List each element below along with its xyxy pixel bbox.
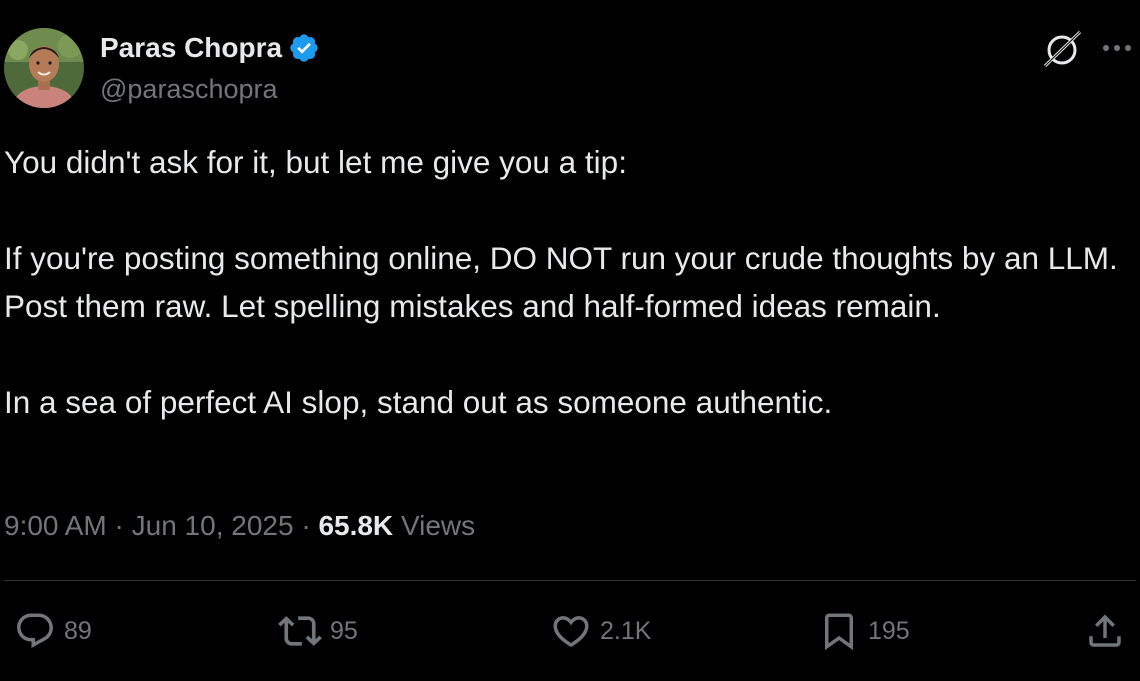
tweet: Paras Chopra @paraschopra You didn't ask…	[0, 0, 1140, 681]
reply-count: 89	[64, 616, 92, 645]
views-label: Views	[400, 510, 476, 541]
author-name[interactable]: Paras Chopra	[100, 30, 320, 66]
bookmark-button[interactable]: 195	[818, 610, 910, 652]
share-button[interactable]	[1084, 610, 1126, 652]
tweet-meta: 9:00 AM · Jun 10, 2025 · 65.8K Views	[4, 506, 475, 546]
author-handle[interactable]: @paraschopra	[100, 72, 278, 106]
retweet-count: 95	[330, 616, 358, 645]
author-display-name[interactable]: Paras Chopra	[100, 30, 282, 66]
reply-icon	[17, 613, 53, 648]
avatar-image	[4, 28, 84, 108]
like-count: 2.1K	[600, 616, 652, 645]
share-icon	[1089, 614, 1121, 647]
tweet-paragraph: You didn't ask for it, but let me give y…	[4, 144, 627, 180]
tweet-paragraph: In a sea of perfect AI slop, stand out a…	[4, 384, 833, 420]
bookmark-count: 195	[868, 616, 910, 645]
grok-icon[interactable]	[1040, 28, 1084, 72]
tweet-text: You didn't ask for it, but let me give y…	[4, 138, 1124, 426]
tweet-date[interactable]: Jun 10, 2025	[132, 510, 294, 541]
tweet-time[interactable]: 9:00 AM	[4, 510, 107, 541]
like-button[interactable]: 2.1K	[550, 610, 651, 652]
meta-separator: ·	[301, 510, 311, 541]
verified-badge-icon[interactable]	[288, 32, 320, 64]
divider	[4, 580, 1136, 581]
tweet-paragraph: If you're posting something online, DO N…	[4, 240, 1118, 324]
views-count: 65.8K	[318, 510, 394, 541]
heart-icon	[553, 616, 589, 648]
bookmark-icon	[825, 613, 853, 651]
meta-separator: ·	[114, 510, 124, 541]
reply-button[interactable]: 89	[14, 610, 92, 652]
avatar[interactable]	[4, 28, 84, 108]
retweet-icon	[278, 616, 322, 646]
more-icon[interactable]	[1098, 34, 1136, 62]
retweet-button[interactable]: 95	[278, 610, 358, 652]
